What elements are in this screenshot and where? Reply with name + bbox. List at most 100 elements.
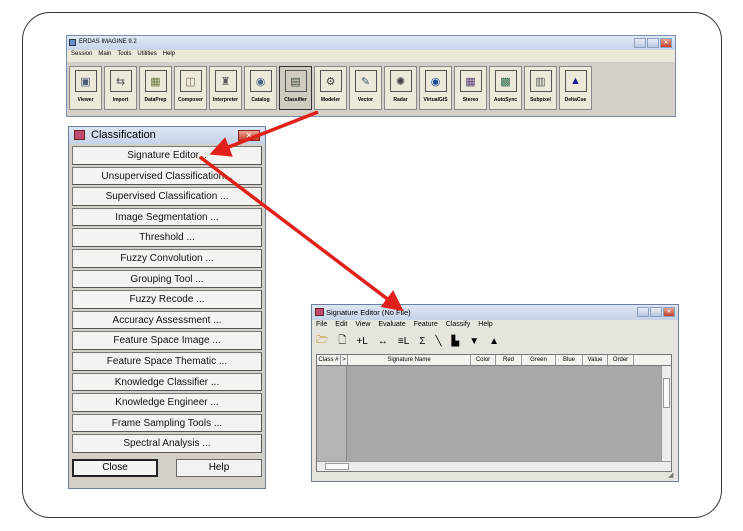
erdas-menu-utilities[interactable]: Utilities [137,51,156,57]
column-header[interactable]: Blue [556,355,583,365]
tool-label: AutoSync [493,97,518,103]
horizontal-scroll-thumb[interactable] [325,463,349,470]
erdas-menu-help[interactable]: Help [163,51,175,57]
column-header[interactable]: Order [608,355,634,365]
tool-label: Composer [178,97,203,103]
erdas-menu-main[interactable]: Main [98,51,111,57]
classification-button-fuzzy-convolution[interactable]: Fuzzy Convolution ... [72,248,262,268]
tool-label: Radar [393,97,408,103]
move-up-icon[interactable]: ▲ [489,336,499,347]
classification-button-signature-editor[interactable]: Signature Editor... [72,146,262,165]
signature-menu-file[interactable]: File [316,321,327,328]
vector-icon: ✎ [354,70,377,92]
tool-autosync-button[interactable]: ▩ AutoSync [489,66,522,110]
tool-virtualgis-button[interactable]: ◉ VirtualGIS [419,66,452,110]
tool-dataprep-button[interactable]: ▦ DataPrep [139,66,172,110]
signature-menu-feature[interactable]: Feature [414,321,438,328]
close-button[interactable]: Close [72,458,158,477]
classification-button-frame-sampling-tools[interactable]: Frame Sampling Tools ... [72,413,262,433]
tool-interpreter-button[interactable]: ♜ Interpreter [209,66,242,110]
classification-footer: Close Help [69,455,265,477]
classification-button-threshold[interactable]: Threshold ... [72,228,262,247]
tool-radar-button[interactable]: ✺ Radar [384,66,417,110]
column-header[interactable]: Color [471,355,496,365]
tool-modeler-button[interactable]: ⚙ Modeler [314,66,347,110]
signature-menu-evaluate[interactable]: Evaluate [378,321,405,328]
close-icon[interactable]: ✕ [660,38,672,48]
tool-viewer-button[interactable]: ▣ Viewer [69,66,102,110]
classification-panel: Classification ✕ Signature Editor... Unsu… [68,126,266,489]
statistics-sigma-icon[interactable]: Σ [419,336,425,347]
erdas-menu-tools[interactable]: Tools [117,51,131,57]
column-header[interactable]: Signature Name [348,355,471,365]
vertical-scroll-thumb[interactable] [663,378,670,408]
signature-menu-help[interactable]: Help [478,321,492,328]
tool-vector-button[interactable]: ✎ Vector [349,66,382,110]
mean-plot-icon[interactable]: ╲ [435,336,441,347]
new-file-icon[interactable]: 🗋 [338,333,346,350]
classification-button-fuzzy-recode[interactable]: Fuzzy Recode ... [72,290,262,309]
tool-stereo-button[interactable]: ▦ Stereo [454,66,487,110]
classification-button-feature-space-image[interactable]: Feature Space Image ... [72,331,262,350]
classification-button-knowledge-engineer[interactable]: Knowledge Engineer ... [72,393,262,412]
close-icon[interactable]: ✕ [663,307,675,317]
classification-button-accuracy-assessment[interactable]: Accuracy Assessment ... [72,310,262,330]
column-header[interactable]: Red [496,355,522,365]
classification-button-knowledge-classifier[interactable]: Knowledge Classifier ... [72,372,262,392]
histogram-icon[interactable]: ▙ [451,336,459,347]
replace-signature-icon[interactable]: ↔ [378,336,388,347]
minimize-icon[interactable] [634,38,646,48]
open-folder-icon[interactable]: 🗁 [316,333,328,350]
horizontal-scrollbar[interactable] [317,461,671,471]
catalog-icon: ◉ [249,70,272,92]
vertical-scrollbar[interactable] [661,366,671,461]
tool-composer-button[interactable]: ◫ Composer [174,66,207,110]
erdas-menu-session[interactable]: Session [71,51,92,57]
maximize-icon[interactable] [647,38,659,48]
erdas-menu-bar: Session Main Tools Utilities Help [67,50,675,62]
interpreter-icon: ♜ [214,70,237,92]
resize-grip-icon[interactable]: ◢ [668,471,676,479]
classification-button-list: Signature Editor... Unsupervised Classifi… [69,144,265,453]
tool-import-button[interactable]: ⇆ Import [104,66,137,110]
minimize-icon[interactable] [637,307,649,317]
classification-button-grouping-tool[interactable]: Grouping Tool ... [72,269,262,289]
signature-menu-classify[interactable]: Classify [446,321,471,328]
column-header[interactable]: Class # [317,355,341,365]
column-header[interactable]: Value [583,355,608,365]
maximize-icon[interactable] [650,307,662,317]
signature-editor-app-icon [315,308,324,316]
merge-signatures-icon[interactable]: ≡L [398,336,409,347]
tool-classifier-button[interactable]: ▤ Classifier [279,66,312,110]
classification-title-bar[interactable]: Classification ✕ [69,127,265,144]
classification-button-spectral-analysis[interactable]: Spectral Analysis ... [72,434,262,453]
classification-button-feature-space-thematic[interactable]: Feature Space Thematic ... [72,351,262,371]
classification-button-image-segmentation[interactable]: Image Segmentation ... [72,207,262,227]
signature-editor-title-bar[interactable]: Signature Editor (No File) ✕ [312,305,678,320]
signature-table[interactable]: Class # > Signature Name Color Red Green Blue V… [316,354,672,472]
add-signature-icon[interactable]: +L [356,336,367,347]
tool-label: Viewer [77,97,94,103]
erdas-toolbar: ▣ Viewer ⇆ Import ▦ DataPrep ◫ Composer ♜ Interpr… [67,62,675,114]
column-header[interactable]: Green [522,355,556,365]
signature-menu-view[interactable]: View [355,321,370,328]
tool-label: Modeler [320,97,341,103]
virtualgis-icon: ◉ [424,70,447,92]
close-icon[interactable]: ✕ [238,130,260,141]
tool-subpixel-button[interactable]: ▥ Subpixel [524,66,557,110]
classification-app-icon [74,130,85,140]
classification-button-unsupervised-classification[interactable]: Unsupervised Classification... [72,166,262,186]
signature-menu-edit[interactable]: Edit [335,321,347,328]
tool-label: Stereo [462,97,479,103]
tool-label: Vector [357,97,374,103]
column-header[interactable]: > [341,355,348,365]
signature-editor-toolbar: 🗁 🗋 +L ↔ ≡L Σ ╲ ▙ ▼ ▲ [312,333,678,350]
tool-deltacue-button[interactable]: ▲ DeltaCue [559,66,592,110]
erdas-title-bar[interactable]: ERDAS IMAGINE 9.2 ✕ [67,36,675,50]
classification-button-supervised-classification[interactable]: Supervised Classification ... [72,187,262,206]
composer-icon: ◫ [179,70,202,92]
help-button[interactable]: Help [176,458,262,477]
move-down-icon[interactable]: ▼ [469,336,479,347]
classification-title: Classification [91,129,156,141]
tool-catalog-button[interactable]: ◉ Catalog [244,66,277,110]
